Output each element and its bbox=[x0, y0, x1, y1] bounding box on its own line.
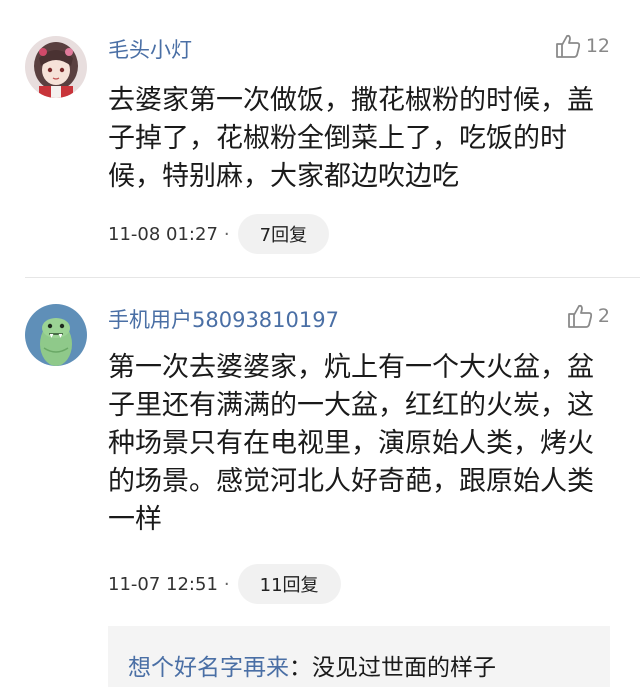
like-count: 12 bbox=[585, 35, 610, 57]
anime-girl-avatar-icon bbox=[25, 36, 87, 98]
comment-time: 11-08 01:27 bbox=[108, 223, 218, 245]
meta-separator: · bbox=[223, 223, 230, 245]
user-avatar[interactable] bbox=[25, 36, 87, 98]
thumbs-up-icon bbox=[555, 34, 580, 58]
comment-text: 第一次去婆婆家，炕上有一个大火盆，盆子里还有满满的一大盆，红红的火炭，这种场景只… bbox=[108, 352, 594, 535]
like-button[interactable]: 2 bbox=[566, 302, 610, 330]
meta-separator: · bbox=[223, 573, 230, 595]
comment-text: 去婆家第一次做饭，撒花椒粉的时候，盖子掉了，花椒粉全倒菜上了，吃饭的时候，特别麻… bbox=[108, 85, 594, 192]
username-link[interactable]: 毛头小灯 bbox=[108, 34, 192, 64]
sub-reply-preview[interactable]: 想个好名字再来：没见过世面的样子 bbox=[108, 626, 610, 687]
reply-count-button[interactable]: 11回复 bbox=[237, 564, 341, 604]
like-button[interactable]: 12 bbox=[554, 32, 610, 60]
like-count: 2 bbox=[597, 305, 610, 327]
sub-reply-text: ：没见过世面的样子 bbox=[289, 655, 496, 681]
comment-meta: 11-08 01:27 · 7回复 bbox=[108, 214, 330, 254]
user-avatar[interactable] bbox=[25, 304, 87, 366]
reply-count-button[interactable]: 7回复 bbox=[237, 214, 330, 254]
thumbs-up-icon bbox=[568, 304, 593, 328]
comment-meta: 11-07 12:51 · 11回复 bbox=[108, 564, 341, 604]
sub-reply-username[interactable]: 想个好名字再来 bbox=[128, 655, 289, 681]
comment-divider bbox=[25, 277, 640, 278]
username-link[interactable]: 手机用户58093810197 bbox=[108, 304, 339, 334]
green-dinosaur-avatar-icon bbox=[25, 304, 87, 366]
comment-time: 11-07 12:51 bbox=[108, 573, 218, 595]
